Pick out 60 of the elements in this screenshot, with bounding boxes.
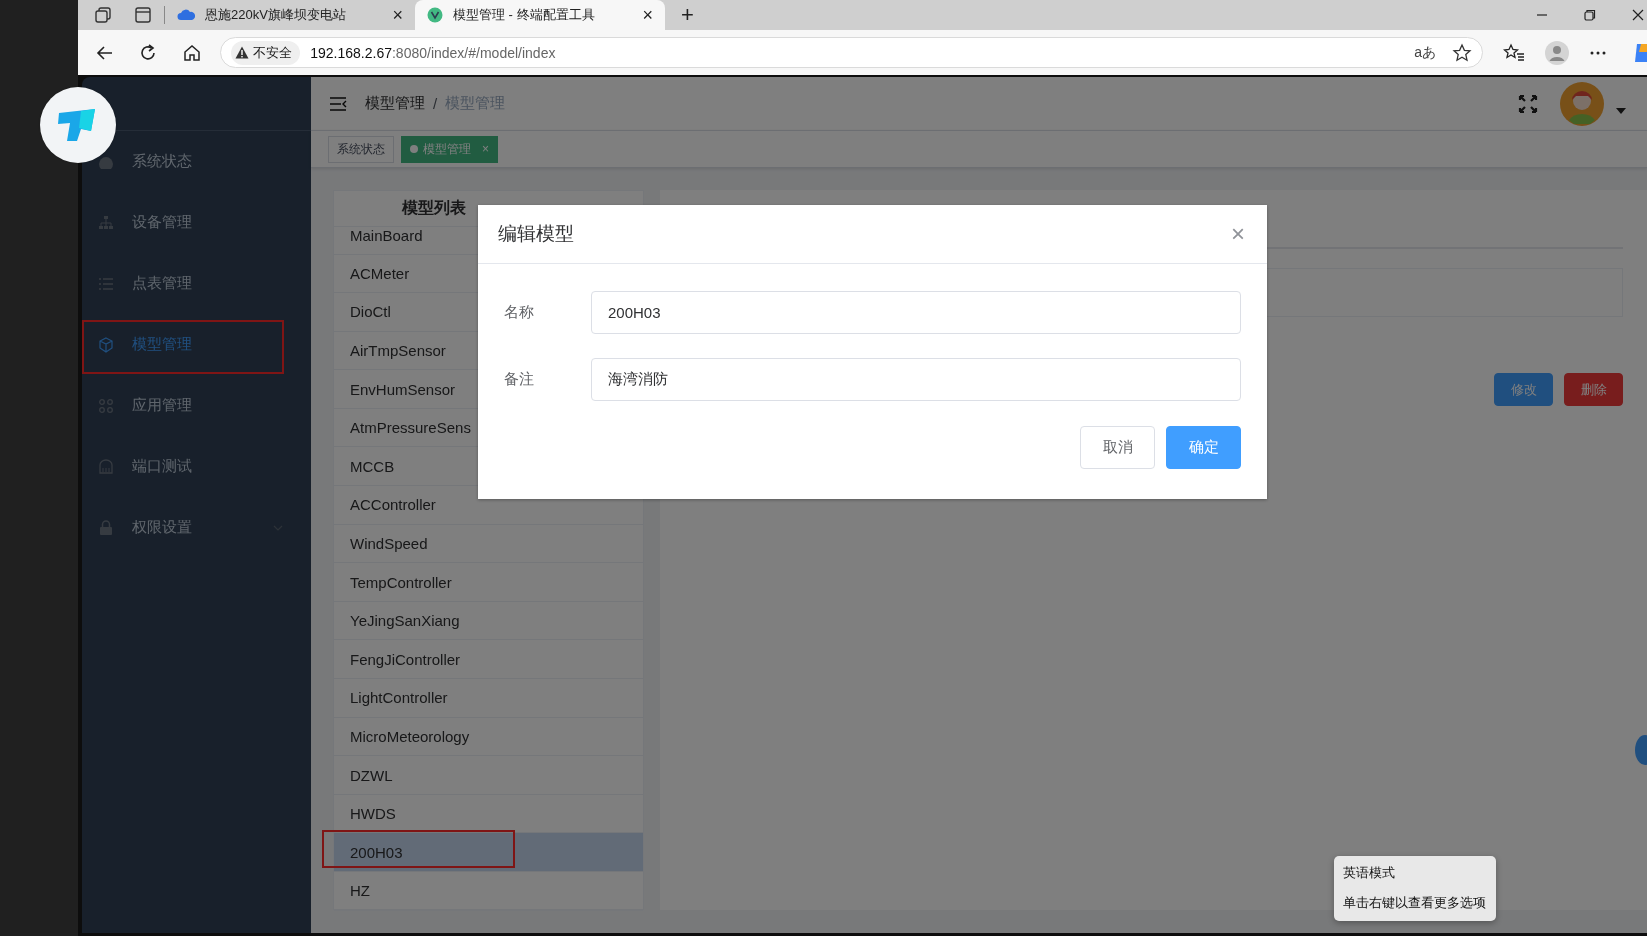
input-field[interactable]: 200H03 — [591, 291, 1241, 334]
sidebar-item[interactable]: 端口测试 — [82, 436, 311, 497]
tab-close-button[interactable]: × — [638, 4, 657, 26]
tab-title: 模型管理 - 终端配置工具 — [453, 6, 596, 24]
vertical-tabs-icon[interactable] — [134, 6, 152, 24]
model-list-item[interactable]: TempController — [334, 563, 643, 602]
model-list-item[interactable]: DZWL — [334, 756, 643, 795]
star-icon[interactable] — [1452, 42, 1472, 63]
cube-icon — [98, 336, 114, 353]
browser-tab[interactable]: 模型管理 - 终端配置工具 × — [415, 0, 665, 30]
fullscreen-icon[interactable] — [1518, 93, 1538, 114]
more-icon[interactable] — [1589, 49, 1607, 56]
security-label: 不安全 — [253, 43, 293, 62]
status-dot — [410, 145, 418, 153]
restore-icon[interactable] — [1583, 8, 1597, 22]
favorites-icon[interactable] — [1503, 42, 1525, 63]
sitemap-icon — [98, 214, 114, 231]
warning-icon — [235, 46, 250, 59]
sidebar-item[interactable]: 设备管理 — [82, 192, 311, 253]
close-button[interactable]: × — [1231, 222, 1245, 246]
model-list-item[interactable]: FengJiController — [334, 640, 643, 680]
model-list-item[interactable]: HZ — [334, 872, 643, 911]
tab-actions-icon[interactable] — [94, 6, 112, 24]
confirm-button[interactable]: 确定 — [1166, 426, 1241, 469]
profile-icon[interactable] — [1545, 40, 1569, 65]
device-icon — [98, 458, 114, 475]
cloud-icon — [177, 9, 195, 21]
tab-title: 恩施220kV旗峰坝变电站 — [205, 6, 347, 24]
input-field[interactable]: 海湾消防 — [591, 358, 1241, 401]
avatar-icon[interactable] — [1560, 81, 1604, 126]
breadcrumb-separator: / — [433, 95, 438, 112]
lock-icon — [98, 519, 114, 536]
delete-button[interactable]: 删除 — [1564, 373, 1623, 406]
new-tab-button[interactable]: + — [677, 2, 698, 28]
tooltip-text: 单击右键以查看更多选项 — [1343, 895, 1487, 913]
breadcrumb-item[interactable]: 模型管理 — [365, 94, 425, 113]
field-label: 备注 — [504, 370, 535, 389]
grid-icon — [98, 397, 114, 414]
tab-close-button[interactable]: × — [388, 4, 407, 26]
close-icon[interactable] — [1631, 8, 1645, 22]
model-list-item[interactable]: MicroMeteorology — [334, 717, 643, 757]
model-list-item[interactable]: 200H03 — [334, 833, 643, 872]
model-list-item[interactable]: LightController — [334, 679, 643, 718]
model-list-item[interactable]: YeJingSanXiang — [334, 601, 643, 641]
url-text: 192.168.2.67:8080/index/#/model/index — [310, 44, 556, 61]
sidebar-item[interactable]: 点表管理 — [82, 253, 311, 314]
tag-tab[interactable]: 系统状态 — [328, 135, 394, 163]
v-logo-icon — [427, 7, 443, 23]
tooltip-text: 英语模式 — [1343, 864, 1396, 882]
sidebar-item[interactable]: 应用管理 — [82, 375, 311, 436]
copilot-icon[interactable] — [1633, 41, 1647, 64]
menu-icon[interactable] — [329, 95, 347, 112]
cancel-button[interactable]: 取消 — [1080, 426, 1155, 469]
address-bar[interactable]: 不安全 192.168.2.67:8080/index/#/model/index aあ — [220, 37, 1483, 68]
caret-icon[interactable] — [1616, 107, 1626, 114]
translate-button[interactable]: aあ — [1414, 43, 1436, 62]
browser-tab[interactable]: 恩施220kV旗峰坝变电站 × — [165, 0, 415, 30]
model-list-item[interactable]: WindSpeed — [334, 524, 643, 564]
sidebar-item[interactable]: 权限设置 — [82, 497, 311, 558]
field-label: 名称 — [504, 303, 535, 322]
